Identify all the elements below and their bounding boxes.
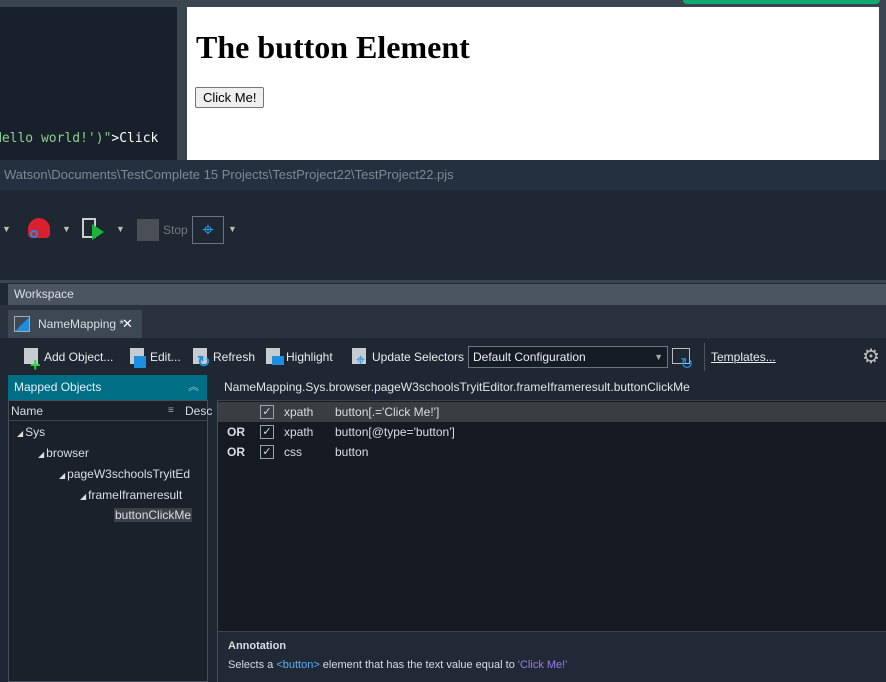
divider (0, 280, 886, 283)
object-spy-icon[interactable]: ⌖ (192, 216, 224, 244)
templates-button[interactable]: Templates... (711, 346, 776, 368)
selector-row[interactable]: OR ✓ xpath button[@type='button'] (218, 422, 886, 442)
refresh-button[interactable]: ↻ Refresh (191, 346, 255, 371)
page-heading: The button Element (196, 29, 470, 65)
update-selectors-icon: ⌖ (350, 347, 370, 369)
sort-icon: ≡ (168, 405, 174, 416)
divider (704, 343, 705, 371)
stop-icon[interactable] (137, 219, 159, 241)
run-button[interactable] (683, 0, 880, 4)
highlight-button[interactable]: Highlight (264, 346, 333, 368)
window-title: Watson\Documents\TestComplete 15 Project… (0, 160, 886, 190)
run-test-icon[interactable] (82, 218, 106, 242)
dropdown-arrow-icon[interactable]: ▼ (228, 224, 237, 234)
annotation-text: Selects a <button> element that has the … (228, 659, 568, 671)
collapse-icon[interactable]: ︽ (188, 375, 199, 400)
click-me-button[interactable]: Click Me! (195, 87, 265, 108)
chevron-down-icon: ▼ (654, 352, 663, 362)
mapped-objects-tree[interactable]: Name ≡ Desc ◢ Sys ◢ browser ◢ pageW3schoolsTr… (8, 400, 212, 682)
annotation-title: Annotation (228, 640, 287, 652)
code-editor[interactable]: Hello world!')">Click (0, 7, 177, 160)
tree-header: Name ≡ Desc (9, 401, 212, 421)
selector-row[interactable]: OR ✓ css button (218, 442, 886, 462)
tree-node-sys[interactable]: ◢ Sys (17, 422, 45, 442)
selector-row[interactable]: ✓ xpath button[.='Click Me!'] (218, 402, 886, 422)
record-keyword-icon[interactable] (28, 218, 52, 242)
tree-node-frame[interactable]: ◢ frameIframeresult (80, 485, 182, 505)
add-object-button[interactable]: + Add Object... (22, 346, 113, 375)
dropdown-arrow-icon[interactable]: ▼ (62, 224, 71, 234)
edit-button[interactable]: Edit... (128, 346, 181, 368)
stop-label[interactable]: Stop (163, 223, 188, 237)
workspace-header: Workspace (8, 284, 886, 305)
tree-node-page[interactable]: ◢ pageW3schoolsTryitEd (59, 464, 190, 484)
configuration-refresh-button[interactable]: ↻ (672, 346, 696, 373)
close-icon[interactable]: ✕ (122, 310, 133, 338)
refresh-icon: ↻ (191, 347, 211, 371)
selected-object-path: NameMapping.Sys.browser.pageW3schoolsTry… (224, 380, 690, 394)
code-text: >Click (111, 131, 159, 146)
name-column-header[interactable]: Name (11, 404, 43, 418)
tree-node-browser[interactable]: ◢ browser (38, 443, 89, 463)
selector-checkbox[interactable]: ✓ (260, 405, 274, 419)
dropdown-arrow-icon[interactable]: ▼ (2, 224, 11, 234)
selector-checkbox[interactable]: ✓ (260, 445, 274, 459)
main-toolbar: ▼ ▼ ▼ Stop ⌖ ▼ (0, 190, 886, 280)
dropdown-arrow-icon[interactable]: ▼ (116, 224, 125, 234)
tree-node-button[interactable]: buttonClickMe (114, 505, 193, 525)
map-refresh-icon: ↻ (672, 347, 693, 373)
mapped-objects-header: Mapped Objects ︽ (8, 375, 207, 400)
description-column-header[interactable]: Desc (185, 401, 212, 421)
scrollbar[interactable] (879, 7, 886, 160)
browser-preview: The button Element Click Me! (187, 7, 879, 160)
gear-icon[interactable]: ⚙ (862, 346, 880, 368)
edit-icon (128, 347, 148, 368)
splitter[interactable] (177, 7, 187, 160)
annotation-panel: Annotation Selects a <button> element th… (217, 631, 886, 682)
add-object-icon: + (22, 347, 42, 375)
selector-checkbox[interactable]: ✓ (260, 425, 274, 439)
highlight-icon (264, 347, 284, 368)
configuration-select[interactable]: Default Configuration ▼ (468, 346, 668, 368)
namemapping-icon (14, 316, 30, 332)
code-string: Hello world!')" (0, 131, 112, 146)
selectors-grid: ✓ xpath button[.='Click Me!'] OR ✓ xpath butt… (217, 400, 886, 631)
update-selectors-button[interactable]: ⌖ Update Selectors (350, 346, 464, 369)
